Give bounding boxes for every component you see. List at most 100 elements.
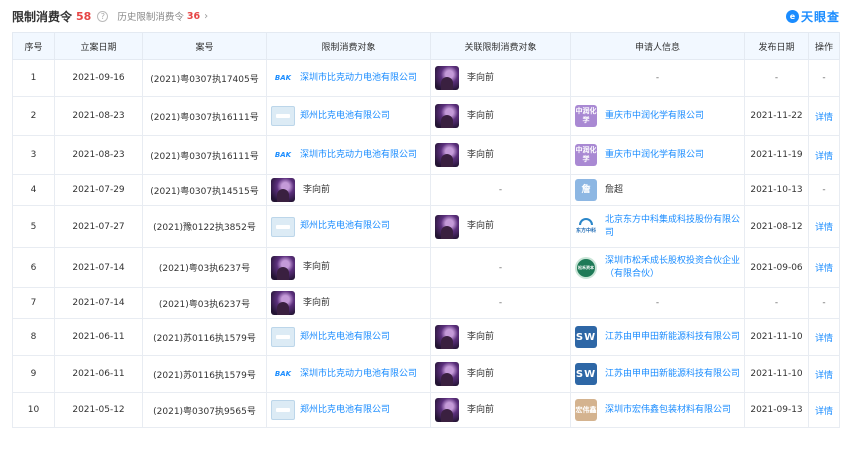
row-number: 5: [12, 205, 55, 248]
person-avatar[interactable]: [271, 178, 295, 202]
restricted-target[interactable]: BAK 深圳市比克动力电池有限公司: [271, 145, 426, 165]
restricted-target[interactable]: BAK 深圳市比克动力电池有限公司: [271, 68, 426, 88]
applicant-cell: -: [570, 287, 745, 319]
restricted-target-name[interactable]: 郑州比克电池有限公司: [300, 110, 390, 123]
applicant-name[interactable]: 江苏由甲申田新能源科技有限公司: [605, 368, 740, 381]
restricted-target-name[interactable]: 深圳市比克动力电池有限公司: [300, 72, 417, 85]
applicant: 詹 詹超: [575, 179, 740, 201]
applicant-name[interactable]: 深圳市宏伟鑫包装材料有限公司: [605, 404, 731, 417]
person-avatar[interactable]: [435, 104, 459, 128]
column-header: 序号: [12, 32, 55, 60]
person-avatar[interactable]: [435, 66, 459, 90]
publish-date: -: [744, 59, 809, 97]
applicant-name[interactable]: 北京东方中科集成科技股份有限公司: [605, 214, 740, 240]
applicant-name[interactable]: 深圳市松禾成长股权投资合伙企业（有限合伙）: [605, 255, 740, 281]
publish-date: 2021-11-22: [744, 96, 809, 136]
history-count[interactable]: 36: [187, 11, 200, 22]
related-target[interactable]: 李向前: [435, 104, 566, 128]
detail-link[interactable]: 详情: [808, 135, 840, 175]
related-target[interactable]: 李向前: [435, 143, 566, 167]
restricted-target[interactable]: 郑州比克电池有限公司: [271, 216, 426, 237]
restricted-target-name[interactable]: 深圳市比克动力电池有限公司: [300, 368, 417, 381]
applicant-name[interactable]: 江苏由甲申田新能源科技有限公司: [605, 331, 740, 344]
case-number: (2021)粤03执6237号: [142, 247, 267, 288]
applicant-cell: 中润化学 重庆市中润化学有限公司: [570, 135, 745, 175]
bak-logo: BAK: [271, 145, 295, 165]
applicant[interactable]: SW 江苏由甲申田新能源科技有限公司: [575, 363, 740, 385]
applicant[interactable]: 中润化学 重庆市中润化学有限公司: [575, 144, 740, 166]
table-row: 1 2021-09-16 (2021)粤0307执17405号 BAK 深圳市比克动力电…: [12, 59, 840, 97]
applicant[interactable]: 中润化学 重庆市中润化学有限公司: [575, 105, 740, 127]
person-avatar[interactable]: [435, 325, 459, 349]
person-avatar[interactable]: [271, 291, 295, 315]
detail-link[interactable]: 详情: [808, 318, 840, 356]
detail-link[interactable]: 详情: [808, 96, 840, 136]
related-target[interactable]: 李向前: [435, 214, 566, 239]
restricted-target[interactable]: BAK 深圳市比克动力电池有限公司: [271, 364, 426, 384]
case-number: (2021)粤0307执14515号: [142, 174, 267, 206]
restricted-target[interactable]: 郑州比克电池有限公司: [271, 327, 426, 347]
related-target-name[interactable]: 李向前: [467, 331, 494, 344]
applicant-name[interactable]: 重庆市中润化学有限公司: [605, 149, 704, 162]
person-avatar[interactable]: [435, 143, 459, 167]
restricted-target[interactable]: 郑州比克电池有限公司: [271, 106, 426, 126]
related-target-name[interactable]: 李向前: [467, 110, 494, 123]
applicant[interactable]: 松禾资本 深圳市松禾成长股权投资合伙企业（有限合伙）: [575, 255, 740, 281]
related-target-name[interactable]: 李向前: [467, 368, 494, 381]
history-link[interactable]: 历史限制消费令: [117, 9, 184, 23]
table-header-row: 序号 立案日期 案号 限制消费对象 关联限制消费对象 申请人信息 发布日期 操作: [12, 32, 840, 60]
restricted-target: 李向前: [271, 255, 426, 280]
column-header: 立案日期: [54, 32, 143, 60]
person-avatar[interactable]: [435, 214, 459, 239]
help-icon[interactable]: ?: [97, 10, 109, 22]
tianyancha-icon: e: [785, 9, 799, 23]
restricted-target-name[interactable]: 郑州比克电池有限公司: [300, 404, 390, 417]
related-target[interactable]: 李向前: [435, 66, 566, 90]
table-row: 10 2021-05-12 (2021)粤0307执9565号 郑州比克电池有限公司 李…: [12, 392, 840, 428]
operation-empty: -: [808, 174, 840, 206]
detail-link[interactable]: 详情: [808, 247, 840, 288]
column-header: 发布日期: [744, 32, 809, 60]
related-target-name[interactable]: 李向前: [467, 72, 494, 85]
bak-logo: BAK: [271, 68, 295, 88]
row-number: 1: [12, 59, 55, 97]
restricted-target-name[interactable]: 郑州比克电池有限公司: [300, 220, 390, 233]
restricted-target-cell: BAK 深圳市比克动力电池有限公司: [266, 355, 431, 393]
person-avatar[interactable]: [271, 255, 295, 280]
related-target-name[interactable]: 李向前: [467, 220, 494, 233]
case-number: (2021)粤0307执16111号: [142, 135, 267, 175]
applicant[interactable]: 宏伟鑫 深圳市宏伟鑫包装材料有限公司: [575, 399, 740, 421]
related-target-name[interactable]: 李向前: [467, 149, 494, 162]
case-number: (2021)粤0307执16111号: [142, 96, 267, 136]
restricted-target-name[interactable]: 深圳市比克动力电池有限公司: [300, 149, 417, 162]
restricted-target-name[interactable]: 郑州比克电池有限公司: [300, 331, 390, 344]
person-avatar[interactable]: [435, 398, 459, 422]
table-row: 2 2021-08-23 (2021)粤0307执16111号 郑州比克电池有限公司 李…: [12, 96, 840, 136]
case-number: (2021)苏0116执1579号: [142, 355, 267, 393]
filing-date: 2021-07-14: [54, 287, 143, 319]
related-target[interactable]: 李向前: [435, 325, 566, 349]
detail-link[interactable]: 详情: [808, 355, 840, 393]
filing-date: 2021-06-11: [54, 318, 143, 356]
column-header: 案号: [142, 32, 267, 60]
applicant[interactable]: 东方中科 北京东方中科集成科技股份有限公司: [575, 214, 740, 240]
applicant[interactable]: SW 江苏由甲申田新能源科技有限公司: [575, 326, 740, 348]
related-target[interactable]: 李向前: [435, 362, 566, 386]
restricted-target[interactable]: 郑州比克电池有限公司: [271, 400, 426, 420]
related-target-cell: 李向前: [430, 135, 571, 175]
filing-date: 2021-05-12: [54, 392, 143, 428]
applicant-name: 詹超: [605, 184, 624, 195]
related-target[interactable]: 李向前: [435, 398, 566, 422]
person-avatar[interactable]: [435, 362, 459, 386]
detail-link[interactable]: 详情: [808, 205, 840, 248]
restricted-target-cell: 郑州比克电池有限公司: [266, 318, 431, 356]
applicant-logo-text: 中润化学: [575, 146, 597, 163]
row-number: 8: [12, 318, 55, 356]
detail-link[interactable]: 详情: [808, 392, 840, 428]
restricted-target-name: 李向前: [303, 262, 331, 272]
chevron-right-icon[interactable]: ›: [204, 11, 208, 22]
applicant-logo: 松禾资本: [575, 256, 597, 279]
column-header: 限制消费对象: [266, 32, 431, 60]
applicant-name[interactable]: 重庆市中润化学有限公司: [605, 110, 704, 123]
related-target-name[interactable]: 李向前: [467, 404, 494, 417]
